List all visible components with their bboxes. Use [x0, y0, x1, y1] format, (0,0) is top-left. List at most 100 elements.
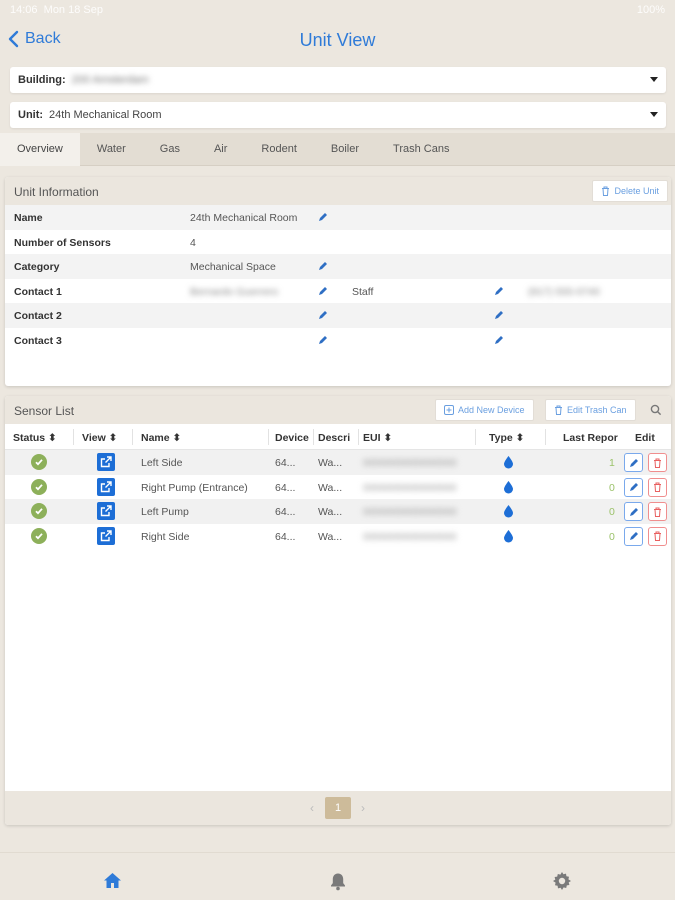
sensor-description: Wa... [318, 530, 343, 543]
table-row: Right Side 64... Wa... 0000000000000000 … [5, 524, 671, 549]
tab-rodent[interactable]: Rodent [244, 133, 313, 166]
sensor-description: Wa... [318, 457, 343, 469]
unit-information-title: Unit Information [14, 185, 99, 199]
tab-air[interactable]: Air [197, 133, 244, 166]
edit-button[interactable] [624, 526, 643, 546]
home-icon[interactable] [103, 872, 122, 889]
pencil-icon[interactable] [494, 335, 504, 345]
sensor-device: 64... [275, 457, 296, 469]
pagination-next[interactable]: › [361, 801, 365, 815]
add-new-device-button[interactable]: Add New Device [435, 399, 534, 421]
col-last-report[interactable]: Last Repor [563, 432, 623, 444]
info-row-number-of-sensors: Number of Sensors 4 [14, 236, 196, 249]
status-ok-icon [31, 503, 47, 519]
sensor-last-report: 1 [609, 457, 615, 469]
tab-overview[interactable]: Overview [0, 133, 80, 166]
sensor-list-card: Sensor List Add New Device Edit Trash Ca… [5, 396, 671, 825]
gear-icon[interactable] [553, 872, 571, 890]
sensor-device: 64... [275, 530, 296, 543]
pencil-icon[interactable] [318, 212, 328, 222]
nav-bar: Back Unit View [0, 20, 675, 62]
bell-icon[interactable] [329, 872, 347, 891]
info-row-contact-3: Contact 3 [5, 328, 671, 353]
col-status[interactable]: Status ⬍ [13, 432, 57, 444]
tab-gas[interactable]: Gas [143, 133, 197, 166]
trash-icon [555, 405, 562, 415]
sensor-last-report: 0 [609, 506, 615, 518]
sensor-description: Wa... [318, 506, 343, 518]
status-time: 14:06 Mon 18 Sep [10, 4, 103, 16]
sensor-table-header: Status ⬍ View ⬍ Name ⬍ Device Descri EUI… [5, 424, 671, 450]
status-ok-icon [31, 527, 47, 544]
sensor-eui: 0000000000000000 [363, 481, 457, 494]
sensor-eui: 0000000000000000 [363, 506, 457, 518]
edit-button[interactable] [624, 453, 643, 472]
info-row-contact-2: Contact 2 [5, 303, 671, 328]
table-row: Left Pump 64... Wa... 0000000000000000 0 [5, 499, 671, 524]
unit-value: 24th Mechanical Room [49, 109, 162, 121]
delete-button[interactable] [648, 453, 667, 472]
tab-water[interactable]: Water [80, 133, 143, 166]
edit-button[interactable] [624, 502, 643, 521]
pencil-icon[interactable] [318, 335, 328, 345]
search-icon[interactable] [650, 404, 662, 416]
unit-label: Unit: [18, 109, 44, 121]
external-link-icon[interactable] [97, 453, 115, 471]
page-title: Unit View [299, 30, 376, 50]
col-name[interactable]: Name ⬍ [141, 432, 181, 444]
caret-down-icon [650, 112, 658, 117]
delete-button[interactable] [648, 477, 667, 497]
tab-boiler[interactable]: Boiler [314, 133, 376, 166]
delete-unit-button[interactable]: Delete Unit [592, 180, 668, 202]
delete-button[interactable] [648, 502, 667, 521]
info-row-name: Name 24th Mechanical Room [5, 205, 671, 230]
delete-button[interactable] [648, 526, 667, 546]
pencil-icon[interactable] [494, 310, 504, 320]
trash-icon [602, 186, 610, 196]
col-edit: Edit [635, 432, 655, 444]
sensor-list-header: Sensor List Add New Device Edit Trash Ca… [5, 396, 671, 424]
sensor-name: Right Pump (Entrance) [141, 481, 248, 494]
pagination-prev[interactable]: ‹ [310, 801, 314, 815]
sensor-eui: 0000000000000000 [363, 530, 457, 543]
unit-information-header: Unit Information Delete Unit [5, 177, 671, 205]
edit-button[interactable] [624, 477, 643, 497]
pagination: ‹ 1 › [5, 791, 671, 825]
info-row-contact-1: Contact 1 Bernardo Guerrero Staff (917) … [14, 285, 600, 298]
building-select[interactable]: Building: 200 Amsterdam [10, 67, 666, 93]
status-ok-icon [31, 454, 47, 470]
status-ok-icon [31, 478, 47, 495]
col-device[interactable]: Device [275, 432, 313, 444]
sensor-last-report: 0 [609, 481, 615, 494]
sensor-name: Right Side [141, 530, 190, 543]
sensor-name: Left Pump [141, 506, 189, 518]
unit-information-rows: Name 24th Mechanical Room Number of Sens… [5, 205, 671, 353]
pencil-icon[interactable] [494, 286, 504, 296]
sensor-name: Left Side [141, 457, 183, 469]
unit-select[interactable]: Unit: 24th Mechanical Room [10, 102, 666, 128]
col-view[interactable]: View ⬍ [82, 432, 117, 444]
bottom-tab-bar [0, 852, 675, 900]
external-link-icon[interactable] [97, 526, 115, 545]
col-type[interactable]: Type ⬍ [489, 432, 524, 444]
pencil-icon[interactable] [318, 261, 328, 271]
pencil-icon[interactable] [318, 310, 328, 320]
info-row-category: Category Mechanical Space [5, 254, 671, 279]
building-value: 200 Amsterdam [71, 74, 149, 86]
water-drop-icon [504, 456, 513, 469]
external-link-icon[interactable] [97, 502, 115, 520]
sensor-table-body: Left Side 64... Wa... 0000000000000000 1… [5, 450, 671, 548]
pagination-current[interactable]: 1 [325, 797, 351, 819]
plus-square-icon [444, 405, 454, 415]
external-link-icon[interactable] [97, 477, 115, 496]
pencil-icon[interactable] [318, 286, 328, 296]
edit-trash-can-button[interactable]: Edit Trash Can [545, 399, 636, 421]
col-eui[interactable]: EUI ⬍ [363, 432, 392, 444]
sensor-list-title: Sensor List [14, 404, 75, 418]
tab-trash-cans[interactable]: Trash Cans [376, 133, 466, 166]
sensor-last-report: 0 [609, 530, 615, 543]
col-description[interactable]: Descri [318, 432, 355, 444]
sensor-device: 64... [275, 506, 296, 518]
sensor-device: 64... [275, 481, 296, 494]
status-battery: 100% [636, 4, 665, 16]
